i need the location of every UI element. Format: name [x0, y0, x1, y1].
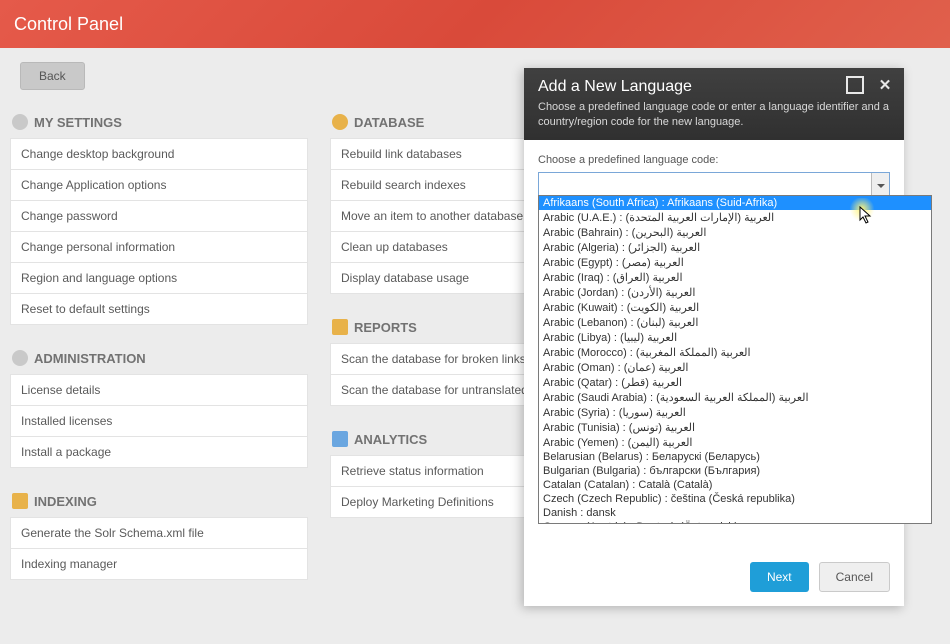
cancel-button-label: Cancel — [836, 570, 873, 584]
language-option[interactable]: Arabic (Morocco) : العربية (المملكة المغ… — [539, 345, 931, 360]
language-option[interactable]: Afrikaans (South Africa) : Afrikaans (Su… — [539, 196, 931, 210]
language-option[interactable]: Arabic (Saudi Arabia) : العربية (المملكة… — [539, 390, 931, 405]
language-option[interactable]: Arabic (Iraq) : العربية (العراق) — [539, 270, 931, 285]
rep-icon — [332, 319, 348, 335]
section-header: MY SETTINGS — [10, 104, 308, 138]
dialog-subtitle: Choose a predefined language code or ent… — [538, 100, 890, 130]
section-my-settings: MY SETTINGSChange desktop backgroundChan… — [10, 104, 308, 325]
an-icon — [332, 431, 348, 447]
back-button[interactable]: Back — [20, 62, 85, 90]
language-option[interactable]: Arabic (Qatar) : العربية (قطر) — [539, 375, 931, 390]
panel-item[interactable]: Reset to default settings — [10, 293, 308, 325]
language-option[interactable]: Arabic (Lebanon) : العربية (لبنان) — [539, 315, 931, 330]
section-title: MY SETTINGS — [34, 115, 122, 130]
language-option[interactable]: Arabic (Syria) : العربية (سوريا) — [539, 405, 931, 420]
language-option[interactable]: Czech (Czech Republic) : čeština (Česká … — [539, 492, 931, 506]
panel-item[interactable]: Install a package — [10, 436, 308, 468]
idx-icon — [12, 493, 28, 509]
panel-item[interactable]: Installed licenses — [10, 405, 308, 437]
panel-item[interactable]: Change Application options — [10, 169, 308, 201]
language-option[interactable]: Arabic (Egypt) : العربية (مصر) — [539, 255, 931, 270]
language-option[interactable]: Bulgarian (Bulgaria) : български (Българ… — [539, 464, 931, 478]
section-header: INDEXING — [10, 483, 308, 517]
language-option[interactable]: Belarusian (Belarus) : Беларускі (Белару… — [539, 450, 931, 464]
language-code-label: Choose a predefined language code: — [538, 154, 890, 166]
cancel-button[interactable]: Cancel — [819, 562, 890, 592]
section-title: INDEXING — [34, 494, 97, 509]
language-options-list[interactable]: Afrikaans (South Africa) : Afrikaans (Su… — [538, 195, 932, 524]
language-option[interactable]: Arabic (Bahrain) : العربية (البحرين) — [539, 225, 931, 240]
panel-item[interactable]: Change desktop background — [10, 138, 308, 170]
language-option[interactable]: Arabic (Tunisia) : العربية (تونس) — [539, 420, 931, 435]
language-option[interactable]: Arabic (Yemen) : العربية (اليمن) — [539, 435, 931, 450]
dialog-footer: Next Cancel — [524, 548, 904, 606]
section-indexing: INDEXING Generate the Solr Schema.xml fil… — [10, 483, 308, 580]
panel-item[interactable]: Change personal information — [10, 231, 308, 263]
section-header: ADMINISTRATION — [10, 340, 308, 374]
square-icon — [846, 76, 864, 94]
section-administration: ADMINISTRATION License detailsInstalled l… — [10, 340, 308, 468]
panel-column: MY SETTINGSChange desktop backgroundChan… — [10, 104, 308, 595]
language-option[interactable]: Arabic (U.A.E.) : العربية (الإمارات العر… — [539, 210, 931, 225]
panel-item[interactable]: Region and language options — [10, 262, 308, 294]
dialog-header: Add a New Language Choose a predefined l… — [524, 68, 904, 140]
section-title: ANALYTICS — [354, 432, 427, 447]
app-header: Control Panel — [0, 0, 950, 48]
section-title: REPORTS — [354, 320, 417, 335]
language-option[interactable]: Arabic (Jordan) : العربية (الأردن) — [539, 285, 931, 300]
language-option[interactable]: Danish : dansk — [539, 506, 931, 520]
maximize-button[interactable] — [846, 76, 864, 94]
dialog-title: Add a New Language — [538, 78, 890, 96]
language-option[interactable]: Arabic (Algeria) : العربية (الجزائر) — [539, 240, 931, 255]
language-option[interactable]: German (Austria) : Deutsch (Österreich) — [539, 520, 931, 524]
db-icon — [332, 114, 348, 130]
language-option[interactable]: Arabic (Libya) : العربية (ليبيا) — [539, 330, 931, 345]
gear-icon — [12, 350, 28, 366]
section-title: ADMINISTRATION — [34, 351, 146, 366]
gear-icon — [12, 114, 28, 130]
panel-item[interactable]: License details — [10, 374, 308, 406]
close-button[interactable] — [876, 76, 894, 94]
back-button-label: Back — [39, 69, 66, 83]
panel-item[interactable]: Change password — [10, 200, 308, 232]
page-title: Control Panel — [14, 14, 123, 35]
panel-item[interactable]: Indexing manager — [10, 548, 308, 580]
panel-item[interactable]: Generate the Solr Schema.xml file — [10, 517, 308, 549]
language-option[interactable]: Catalan (Catalan) : Català (Català) — [539, 478, 931, 492]
language-option[interactable]: Arabic (Kuwait) : العربية (الكويت) — [539, 300, 931, 315]
next-button-label: Next — [767, 570, 792, 584]
section-title: DATABASE — [354, 115, 424, 130]
language-option[interactable]: Arabic (Oman) : العربية (عمان) — [539, 360, 931, 375]
next-button[interactable]: Next — [750, 562, 809, 592]
